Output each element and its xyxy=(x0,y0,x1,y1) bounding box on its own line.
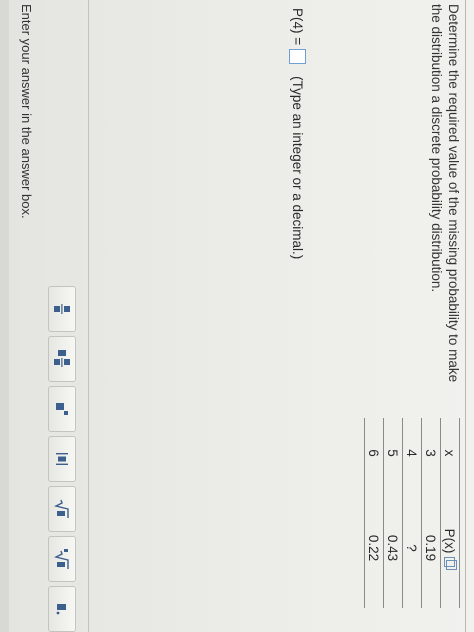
footer-instruction: Enter your answer in the answer box. xyxy=(19,4,34,219)
square-root-button[interactable] xyxy=(48,486,76,532)
absolute-value-icon xyxy=(56,453,68,466)
table-row: 3 0.19 xyxy=(421,418,440,608)
answer-line: P(4) = (Type an integer or a decimal.) xyxy=(289,8,306,259)
mixed-number-button[interactable] xyxy=(48,336,76,382)
mixed-number-icon xyxy=(54,350,70,367)
cell-p: ? xyxy=(404,544,420,552)
probability-table: x P(x) 3 0.19 4 ? 5 0.43 6 0.22 xyxy=(364,418,460,608)
question-panel: Determine the required value of the miss… xyxy=(0,0,474,632)
decimal-button[interactable] xyxy=(48,586,76,632)
cell-x: 6 xyxy=(366,449,382,457)
header-x: x xyxy=(442,449,458,457)
question-text: Determine the required value of the miss… xyxy=(429,4,461,383)
header-px-label: P(x) xyxy=(442,528,458,554)
cell-p: 0.22 xyxy=(366,534,382,562)
exponent-icon xyxy=(56,403,68,415)
fraction-icon xyxy=(54,304,70,314)
absolute-value-button[interactable] xyxy=(48,436,76,482)
cell-x: 5 xyxy=(385,449,401,457)
table-header-row: x P(x) xyxy=(440,418,460,608)
copy-icon[interactable] xyxy=(444,557,456,568)
cell-p: 0.43 xyxy=(385,534,401,562)
answer-label: P(4) = xyxy=(290,8,305,46)
table-row: 5 0.43 xyxy=(383,418,402,608)
page: Determine the required value of the miss… xyxy=(0,0,474,632)
header-px: P(x) xyxy=(443,488,458,608)
answer-hint: (Type an integer or a decimal.) xyxy=(290,76,305,260)
decimal-icon xyxy=(56,604,66,615)
divider xyxy=(88,0,89,632)
table-row: 4 ? xyxy=(402,418,421,608)
cell-x: 3 xyxy=(423,449,439,457)
nth-root-icon xyxy=(54,549,69,569)
fraction-button[interactable] xyxy=(48,286,76,332)
cell-p: 0.19 xyxy=(423,534,439,562)
nth-root-button[interactable] xyxy=(48,536,76,582)
math-toolbar xyxy=(48,286,76,632)
cell-x: 4 xyxy=(404,449,420,457)
answer-input[interactable] xyxy=(289,49,306,65)
table-row: 6 0.22 xyxy=(364,418,383,608)
screen-edge xyxy=(0,0,9,632)
square-root-icon xyxy=(54,499,69,518)
divider xyxy=(465,0,466,632)
exponent-button[interactable] xyxy=(48,386,76,432)
